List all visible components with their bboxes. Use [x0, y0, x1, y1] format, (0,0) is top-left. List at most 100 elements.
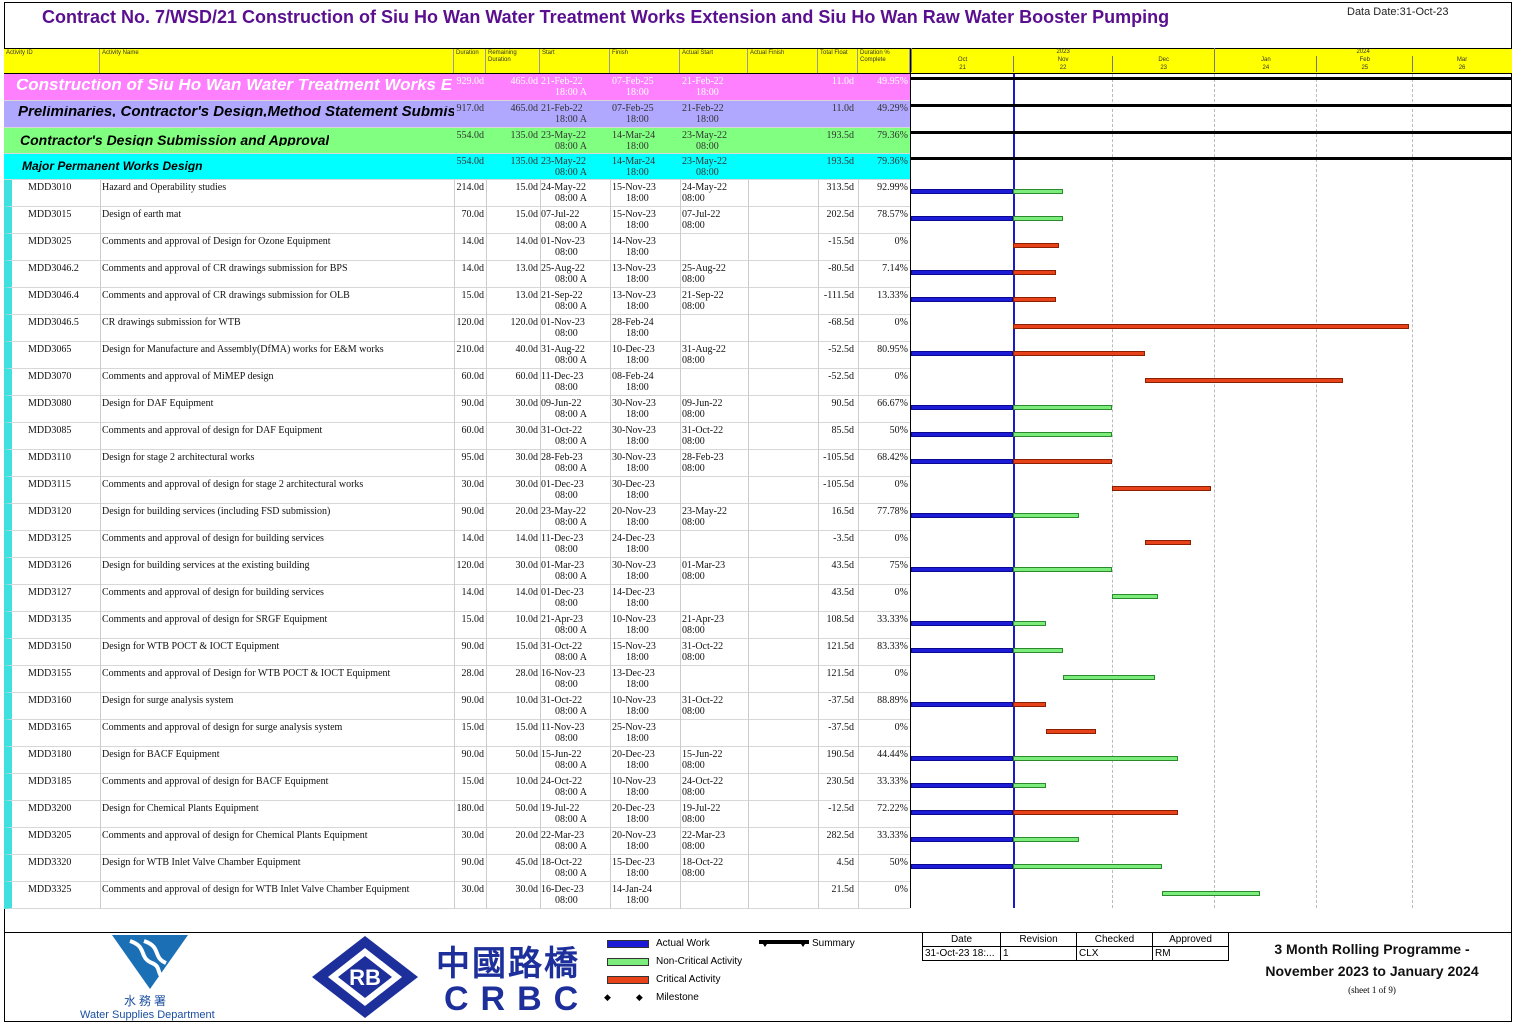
- actual-work-bar[interactable]: [911, 513, 1014, 518]
- activity-row[interactable]: MDD3025 Comments and approval of Design f…: [4, 234, 910, 261]
- critical-activity-bar[interactable]: [1145, 540, 1192, 545]
- non-critical-activity-bar[interactable]: [1013, 567, 1113, 572]
- activity-row[interactable]: MDD3205 Comments and approval of design f…: [4, 828, 910, 855]
- critical-activity-bar[interactable]: [1013, 459, 1113, 464]
- actual-work-bar[interactable]: [911, 621, 1014, 626]
- actual-work-bar[interactable]: [911, 783, 1014, 788]
- activity-row[interactable]: MDD3180 Design for BACF Equipment 90.0d 50.…: [4, 747, 910, 774]
- non-critical-activity-bar[interactable]: [1013, 837, 1080, 842]
- non-critical-activity-bar[interactable]: [1062, 675, 1155, 680]
- critical-activity-bar[interactable]: [1046, 729, 1096, 734]
- col-activity-name[interactable]: Activity Name: [100, 49, 454, 73]
- group-row[interactable]: Preliminaries, Contractor's Design,Metho…: [4, 101, 910, 128]
- activity-row[interactable]: MDD3126 Design for building services at t…: [4, 558, 910, 585]
- activity-row[interactable]: MDD3120 Design for building services (inc…: [4, 504, 910, 531]
- activity-row[interactable]: MDD3165 Comments and approval of design f…: [4, 720, 910, 747]
- remaining-duration: 120.0d: [510, 317, 539, 328]
- activity-row[interactable]: MDD3325 Comments and approval of design f…: [4, 882, 910, 909]
- actual-work-bar[interactable]: [911, 567, 1014, 572]
- non-critical-activity-bar[interactable]: [1013, 405, 1113, 410]
- activity-row[interactable]: MDD3155 Comments and approval of Design f…: [4, 666, 910, 693]
- non-critical-activity-bar[interactable]: [1013, 216, 1063, 221]
- activity-row[interactable]: MDD3160 Design for surge analysis system 9…: [4, 693, 910, 720]
- actual-work-bar[interactable]: [911, 459, 1014, 464]
- activity-id: MDD3180: [28, 749, 72, 760]
- duration: 60.0d: [461, 425, 485, 436]
- activity-row[interactable]: MDD3015 Design of earth mat 70.0d 15.0d 07-J…: [4, 207, 910, 234]
- group-row[interactable]: Major Permanent Works Design 554.0d 135.0d…: [4, 154, 910, 180]
- finish-time: 18:00: [626, 355, 649, 366]
- non-critical-activity-bar[interactable]: [1013, 648, 1063, 653]
- non-critical-activity-bar[interactable]: [1013, 432, 1113, 437]
- rev-checked: CLX: [1076, 946, 1153, 961]
- activity-row[interactable]: MDD3125 Comments and approval of design f…: [4, 531, 910, 558]
- actual-work-bar[interactable]: [911, 837, 1014, 842]
- group-row[interactable]: Contractor's Design Submission and Appro…: [4, 128, 910, 154]
- summary-bar[interactable]: [911, 104, 1511, 107]
- non-critical-activity-bar[interactable]: [1013, 513, 1080, 518]
- total-float: 121.5d: [826, 668, 855, 679]
- actual-work-bar[interactable]: [911, 432, 1014, 437]
- critical-activity-bar[interactable]: [1013, 810, 1179, 815]
- col-total-float[interactable]: Total Float: [818, 49, 858, 73]
- summary-bar[interactable]: [911, 157, 1511, 160]
- activity-row[interactable]: MDD3110 Design for stage 2 architectural …: [4, 450, 910, 477]
- col-actual-start[interactable]: Actual Start: [680, 49, 748, 73]
- activity-row[interactable]: MDD3010 Hazard and Operability studies 214…: [4, 180, 910, 207]
- non-critical-activity-bar[interactable]: [1013, 189, 1063, 194]
- col-activity-id[interactable]: Activity ID: [4, 49, 100, 73]
- activity-row[interactable]: MDD3070 Comments and approval of MiMEP de…: [4, 369, 910, 396]
- actual-work-bar[interactable]: [911, 648, 1014, 653]
- activity-row[interactable]: MDD3080 Design for DAF Equipment 90.0d 30.0…: [4, 396, 910, 423]
- actual-work-bar[interactable]: [911, 297, 1014, 302]
- activity-row[interactable]: MDD3127 Comments and approval of design f…: [4, 585, 910, 612]
- activity-row[interactable]: MDD3320 Design for WTB Inlet Valve Chambe…: [4, 855, 910, 882]
- group-astart-time: 18:00: [696, 114, 719, 125]
- activity-row[interactable]: MDD3200 Design for Chemical Plants Equipm…: [4, 801, 910, 828]
- activity-row[interactable]: MDD3046.4 Comments and approval of CR dra…: [4, 288, 910, 315]
- total-float: 230.5d: [826, 776, 855, 787]
- actual-work-bar[interactable]: [911, 351, 1014, 356]
- non-critical-activity-bar[interactable]: [1112, 594, 1159, 599]
- col-duration[interactable]: Duration: [454, 49, 486, 73]
- actual-work-bar[interactable]: [911, 189, 1014, 194]
- actual-work-bar[interactable]: [911, 405, 1014, 410]
- col-actual-finish[interactable]: Actual Finish: [748, 49, 818, 73]
- actual-work-bar[interactable]: [911, 810, 1014, 815]
- non-critical-activity-bar[interactable]: [1013, 783, 1047, 788]
- activity-row[interactable]: MDD3185 Comments and approval of design f…: [4, 774, 910, 801]
- activity-row[interactable]: MDD3085 Comments and approval of design f…: [4, 423, 910, 450]
- actual-work-bar[interactable]: [911, 270, 1014, 275]
- critical-activity-bar[interactable]: [1013, 270, 1057, 275]
- summary-bar[interactable]: [911, 77, 1511, 80]
- non-critical-activity-bar[interactable]: [1013, 621, 1047, 626]
- actual-work-bar[interactable]: [911, 756, 1014, 761]
- activity-row[interactable]: MDD3046.2 Comments and approval of CR dra…: [4, 261, 910, 288]
- col-pct-complete[interactable]: Duration % Complete: [858, 49, 910, 73]
- actual-work-bar[interactable]: [911, 864, 1014, 869]
- activity-id: MDD3150: [28, 641, 72, 652]
- critical-activity-bar[interactable]: [1013, 351, 1146, 356]
- actual-work-bar[interactable]: [911, 216, 1014, 221]
- critical-activity-bar[interactable]: [1013, 324, 1409, 329]
- col-finish[interactable]: Finish: [610, 49, 680, 73]
- activity-row[interactable]: MDD3150 Design for WTB POCT & IOCT Equipm…: [4, 639, 910, 666]
- summary-bar[interactable]: [911, 131, 1511, 134]
- activity-row[interactable]: MDD3115 Comments and approval of design f…: [4, 477, 910, 504]
- activity-row[interactable]: MDD3046.5 CR drawings submission for WTB 1…: [4, 315, 910, 342]
- critical-activity-bar[interactable]: [1013, 297, 1057, 302]
- non-critical-activity-bar[interactable]: [1013, 864, 1162, 869]
- activity-row[interactable]: MDD3065 Design for Manufacture and Assemb…: [4, 342, 910, 369]
- group-row[interactable]: Construction of Siu Ho Wan Water Treatme…: [4, 74, 910, 101]
- col-start[interactable]: Start: [540, 49, 610, 73]
- non-critical-activity-bar[interactable]: [1013, 756, 1179, 761]
- col-remaining-duration[interactable]: Remaining Duration: [486, 49, 540, 73]
- critical-activity-bar[interactable]: [1145, 378, 1343, 383]
- non-critical-activity-bar[interactable]: [1161, 891, 1261, 896]
- actual-work-bar[interactable]: [911, 702, 1014, 707]
- activity-row[interactable]: MDD3135 Comments and approval of design f…: [4, 612, 910, 639]
- critical-activity-bar[interactable]: [1013, 243, 1060, 248]
- critical-activity-bar[interactable]: [1013, 702, 1047, 707]
- critical-activity-bar[interactable]: [1112, 486, 1211, 491]
- activity-name: Comments and approval of design for stag…: [102, 479, 364, 490]
